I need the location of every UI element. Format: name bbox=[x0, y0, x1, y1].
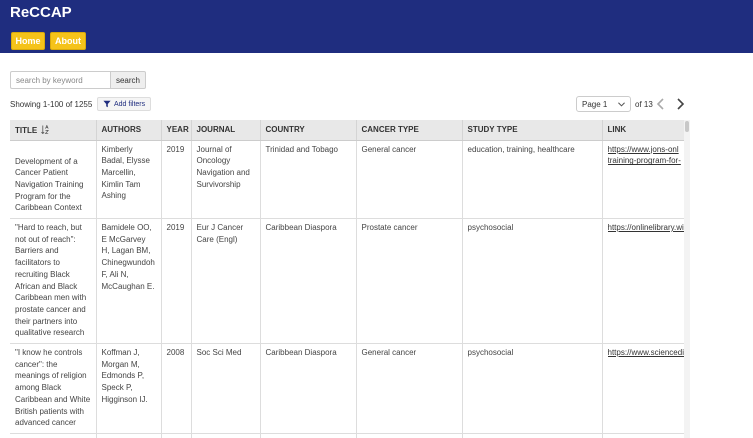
table-row: Development of a Cancer Patient Navigati… bbox=[10, 140, 685, 220]
cell-journal bbox=[191, 433, 261, 438]
cell-study-type: education, training, healthcare bbox=[462, 140, 603, 220]
table-row: "I know he controls cancer": the meaning… bbox=[10, 343, 685, 435]
column-header-authors[interactable]: AUTHORS bbox=[96, 120, 162, 141]
page-select-value: Page 1 bbox=[582, 99, 608, 109]
cell-cancer-type: Prostate cancer bbox=[356, 218, 463, 345]
cell-country: Caribbean Diaspora bbox=[260, 343, 357, 435]
cell-journal: Soc Sci Med bbox=[191, 343, 261, 435]
cell-country: Caribbean Diaspora bbox=[260, 218, 357, 345]
about-button[interactable]: About bbox=[50, 32, 86, 50]
results-table-container: TITLE AUTHORS YEAR JOURNAL COUNTRY CANCE… bbox=[10, 120, 684, 438]
cell-country: Trinidad and Tobago bbox=[260, 140, 357, 220]
column-header-journal[interactable]: JOURNAL bbox=[191, 120, 261, 141]
cell-study-type: psychosocial bbox=[462, 218, 603, 345]
cell-study-type bbox=[462, 433, 603, 438]
search-input[interactable] bbox=[10, 71, 110, 89]
cell-study-type: psychosocial bbox=[462, 343, 603, 435]
cell-authors: Koffman J, Morgan M, Edmonds P, Speck P,… bbox=[96, 343, 162, 435]
column-header-year[interactable]: YEAR bbox=[161, 120, 192, 141]
total-pages: of 13 bbox=[635, 100, 653, 109]
table-row bbox=[10, 433, 684, 438]
table-header-row: TITLE AUTHORS YEAR JOURNAL COUNTRY CANCE… bbox=[10, 120, 684, 141]
cell-link bbox=[602, 433, 684, 438]
results-table: TITLE AUTHORS YEAR JOURNAL COUNTRY CANCE… bbox=[10, 120, 684, 438]
top-navbar: ReCCAP Home About bbox=[0, 0, 753, 53]
table-scrollbar[interactable] bbox=[684, 120, 690, 438]
search-bar: search bbox=[10, 71, 146, 89]
cell-link: https://onlinelibrary.wiley.com bbox=[602, 218, 685, 345]
cell-year: 2019 bbox=[161, 140, 192, 220]
column-header-title[interactable]: TITLE bbox=[10, 120, 97, 141]
cell-year bbox=[161, 433, 192, 438]
sort-alpha-icon[interactable] bbox=[41, 124, 50, 134]
cell-title: "Hard to reach, but not out of reach": B… bbox=[10, 218, 97, 345]
column-header-study-type[interactable]: STUDY TYPE bbox=[462, 120, 603, 141]
page-select[interactable]: Page 1 bbox=[576, 96, 631, 112]
search-button[interactable]: search bbox=[110, 71, 146, 89]
cell-authors bbox=[96, 433, 162, 438]
cell-year: 2008 bbox=[161, 343, 192, 435]
cell-year: 2019 bbox=[161, 218, 192, 345]
column-header-link[interactable]: LINK bbox=[602, 120, 684, 141]
results-count: Showing 1-100 of 1255 bbox=[10, 100, 93, 109]
cell-country bbox=[260, 433, 357, 438]
article-link-continued[interactable]: training-program-for- bbox=[608, 155, 685, 167]
cell-title: "I know he controls cancer": the meaning… bbox=[10, 343, 97, 435]
filter-icon bbox=[103, 100, 111, 108]
add-filters-button[interactable]: Add filters bbox=[97, 97, 152, 111]
cell-cancer-type: General cancer bbox=[356, 140, 463, 220]
cell-authors: Bamidele OO, E McGarvey H, Lagan BM, Chi… bbox=[96, 218, 162, 345]
app-title[interactable]: ReCCAP bbox=[10, 4, 72, 21]
article-link[interactable]: https://onlinelibrary.wiley.com bbox=[608, 222, 685, 234]
column-header-title-label: TITLE bbox=[15, 125, 38, 135]
chevron-down-icon bbox=[618, 101, 625, 107]
cell-cancer-type: General cancer bbox=[356, 343, 463, 435]
add-filters-label: Add filters bbox=[114, 100, 146, 108]
cell-journal: Eur J Cancer Care (Engl) bbox=[191, 218, 261, 345]
cell-link: https://www.sciencedirect.com bbox=[602, 343, 685, 435]
table-row: "Hard to reach, but not out of reach": B… bbox=[10, 218, 685, 345]
cell-title: Development of a Cancer Patient Navigati… bbox=[10, 140, 97, 220]
column-header-cancer-type[interactable]: CANCER TYPE bbox=[356, 120, 463, 141]
cell-cancer-type bbox=[356, 433, 463, 438]
cell-journal: Journal of Oncology Navigation and Survi… bbox=[191, 140, 261, 220]
column-header-country[interactable]: COUNTRY bbox=[260, 120, 357, 141]
cell-authors: Kimberly Badal, Elysse Marcellin, Kimlin… bbox=[96, 140, 162, 220]
article-link[interactable]: https://www.sciencedirect.com bbox=[608, 347, 685, 359]
home-button[interactable]: Home bbox=[11, 32, 45, 50]
cell-link: https://www.jons-onl training-program-fo… bbox=[602, 140, 685, 220]
cell-title bbox=[10, 433, 97, 438]
chevron-right-icon[interactable] bbox=[675, 98, 685, 110]
article-link[interactable]: https://www.jons-onl bbox=[608, 144, 685, 156]
table-scrollbar-thumb[interactable] bbox=[685, 121, 689, 132]
chevron-left-icon[interactable] bbox=[656, 98, 666, 110]
